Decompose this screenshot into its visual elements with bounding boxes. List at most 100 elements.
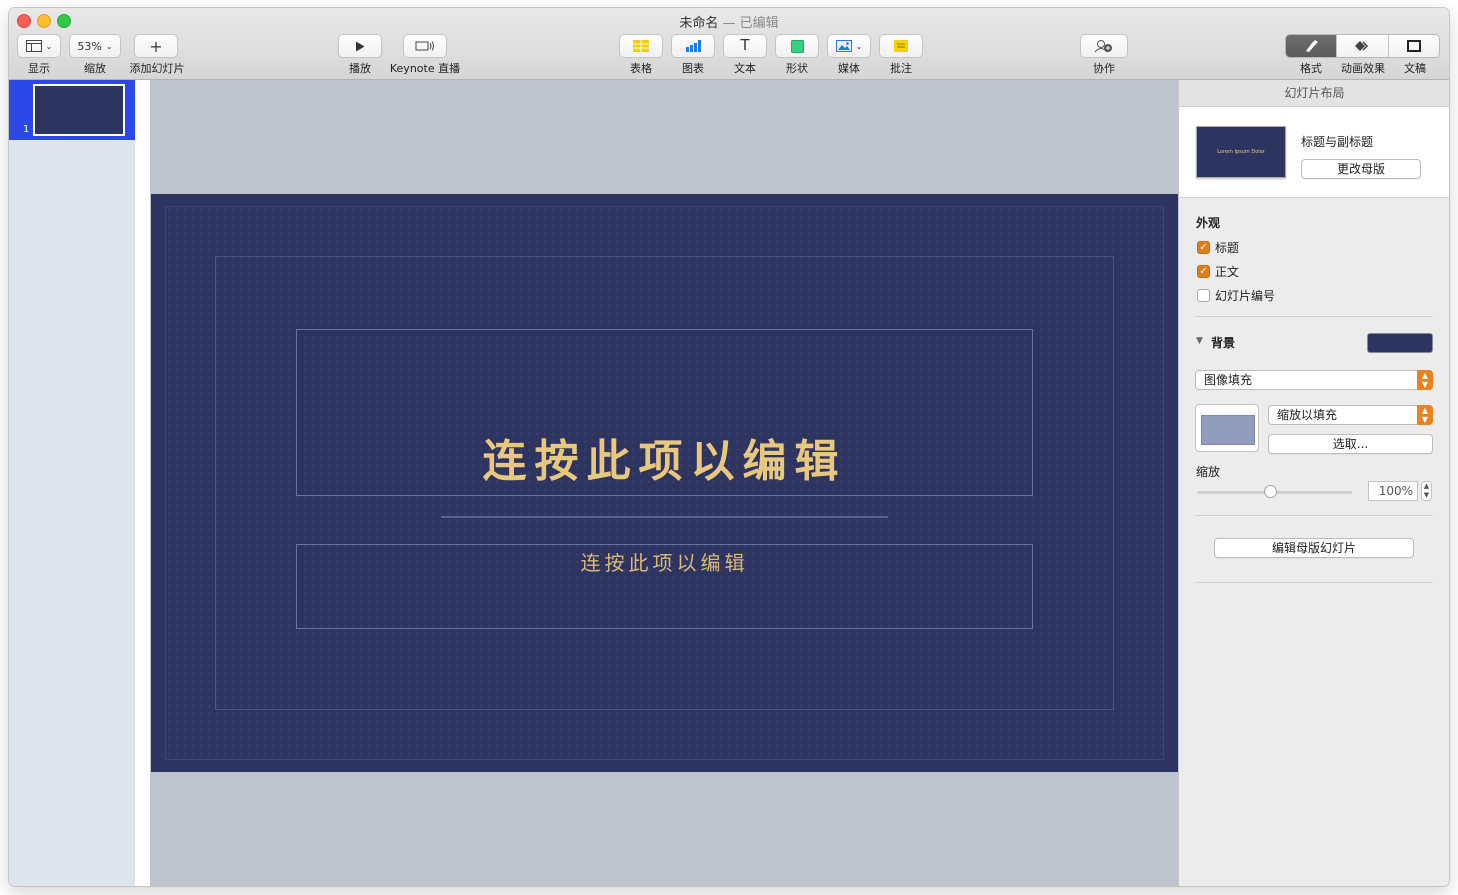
edit-master-slide-button[interactable]: 编辑母版幻灯片 [1214,538,1414,558]
disclosure-triangle-icon[interactable]: ▼ [1196,336,1203,346]
change-master-button[interactable]: 更改母版 [1301,159,1421,179]
text-button[interactable]: T [723,34,767,58]
play-button[interactable] [338,34,382,58]
navigator-divider [135,80,150,886]
scale-label: 缩放 [1196,465,1221,479]
animate-tab[interactable] [1336,35,1388,57]
choose-image-button[interactable]: 选取... [1268,434,1433,454]
media-label: 媒体 [838,62,860,75]
title-checkbox-label: 标题 [1215,241,1240,255]
divider [1195,515,1433,516]
select-arrows-icon: ▲ ▼ [1417,370,1433,390]
zoom-label: 缩放 [84,62,106,75]
subtitle-placeholder[interactable]: 连按此项以编辑 [296,544,1033,629]
media-button[interactable]: ⌄ [827,34,871,58]
animate-label: 动画效果 [1341,62,1385,75]
collaborate-person-icon [1094,40,1112,53]
add-slide-button[interactable]: + [134,34,178,58]
checkmark-icon[interactable]: ✓ [1197,265,1210,278]
divider [1195,316,1433,317]
background-heading: 背景 [1211,336,1236,350]
window-title: 未命名 — 已编辑 [9,12,1449,31]
document-frame-icon [1406,40,1421,52]
format-inspector: 幻灯片布局 Lorem Ipsum Dolor 标题与副标题 更改母版 外观 ✓… [1178,80,1449,886]
toolbar: 未命名 — 已编辑 ⌄ 显示 53% ⌄ 缩放 + 添加幻灯片 播放 Keyno… [9,8,1449,80]
scale-mode-select[interactable]: 缩放以填充 ▲ ▼ [1268,405,1433,425]
scale-mode-value: 缩放以填充 [1277,408,1338,422]
document-name: 未命名 [679,16,719,31]
slide-navigator: 1 [9,80,135,886]
slide-number-checkbox-row[interactable]: 幻灯片编号 [1197,287,1275,304]
scale-stepper[interactable]: ▲ ▼ [1421,481,1432,501]
chevron-down-icon: ⌄ [45,41,53,51]
animate-diamond-icon [1355,41,1369,51]
body-checkbox-label: 正文 [1215,265,1240,279]
slide-number: 1 [23,124,30,135]
background-color-swatch[interactable] [1367,333,1433,353]
keynote-window: 未命名 — 已编辑 ⌄ 显示 53% ⌄ 缩放 + 添加幻灯片 播放 Keyno… [9,8,1449,886]
title-placeholder[interactable]: 连按此项以编辑 [296,329,1033,496]
edited-status: — 已编辑 [722,16,779,31]
slide-thumbnail-image [33,84,125,136]
comment-button[interactable] [879,34,923,58]
text-t-icon: T [740,37,750,54]
master-thumbnail-title: Lorem Ipsum Dolor [1217,149,1265,155]
chevron-down-icon: ⌄ [855,41,863,51]
document-tab[interactable] [1387,35,1439,57]
image-well[interactable] [1195,404,1259,452]
comment-label: 批注 [890,62,912,75]
slide-thumbnail-1[interactable]: 1 [9,80,135,140]
zoom-select[interactable]: 53% ⌄ [69,34,121,58]
document-label: 文稿 [1404,62,1426,75]
fill-type-select[interactable]: 图像填充 ▲ ▼ [1195,370,1433,390]
shape-square-icon [790,39,804,53]
title-checkbox-row[interactable]: ✓ 标题 [1197,239,1239,256]
chevron-down-icon: ⌄ [105,41,113,51]
plus-icon: + [149,36,163,56]
shape-button[interactable] [775,34,819,58]
appearance-heading: 外观 [1196,216,1221,230]
comment-note-icon [894,40,908,52]
keynote-live-button[interactable] [403,34,447,58]
chart-icon [686,40,701,52]
collaborate-button[interactable] [1080,34,1128,58]
body-checkbox-row[interactable]: ✓ 正文 [1197,263,1239,280]
chart-label: 图表 [682,62,704,75]
collaborate-label: 协作 [1093,62,1115,75]
format-tab[interactable] [1286,35,1337,57]
scale-slider-knob[interactable] [1264,485,1277,498]
table-label: 表格 [630,62,652,75]
table-icon [633,40,649,52]
scale-value-field[interactable]: 100% [1368,481,1418,501]
slide[interactable]: 连按此项以编辑 连按此项以编辑 [151,194,1178,772]
table-button[interactable] [619,34,663,58]
play-label: 播放 [349,62,371,75]
keynote-live-label: Keynote 直播 [389,62,461,75]
sidebar-layout-icon [25,40,42,52]
paintbrush-icon [1306,40,1319,52]
slide-number-checkbox-label: 幻灯片编号 [1215,289,1276,303]
view-button[interactable]: ⌄ [17,34,61,58]
slide-canvas: 连按此项以编辑 连按此项以编辑 [150,80,1178,886]
chart-button[interactable] [671,34,715,58]
format-label: 格式 [1300,62,1322,75]
divider [1195,582,1433,583]
ornament-divider-icon [441,516,888,518]
master-name: 标题与副标题 [1301,135,1374,149]
image-preview [1201,415,1255,445]
add-slide-label: 添加幻灯片 [129,62,185,75]
master-thumbnail[interactable]: Lorem Ipsum Dolor [1196,126,1286,178]
empty-checkbox-icon[interactable] [1197,289,1210,302]
slide-subtitle-text: 连按此项以编辑 [580,551,749,575]
shape-label: 形状 [786,62,808,75]
select-arrows-icon: ▲ ▼ [1417,405,1433,425]
checkmark-icon[interactable]: ✓ [1197,241,1210,254]
text-label: 文本 [734,62,756,75]
broadcast-icon [415,41,434,51]
image-icon [835,40,852,52]
play-icon [356,41,365,51]
view-label: 显示 [28,62,50,75]
zoom-value: 53% [77,39,102,53]
slide-layout-section: Lorem Ipsum Dolor 标题与副标题 更改母版 [1179,107,1449,198]
inspector-header: 幻灯片布局 [1179,80,1449,107]
